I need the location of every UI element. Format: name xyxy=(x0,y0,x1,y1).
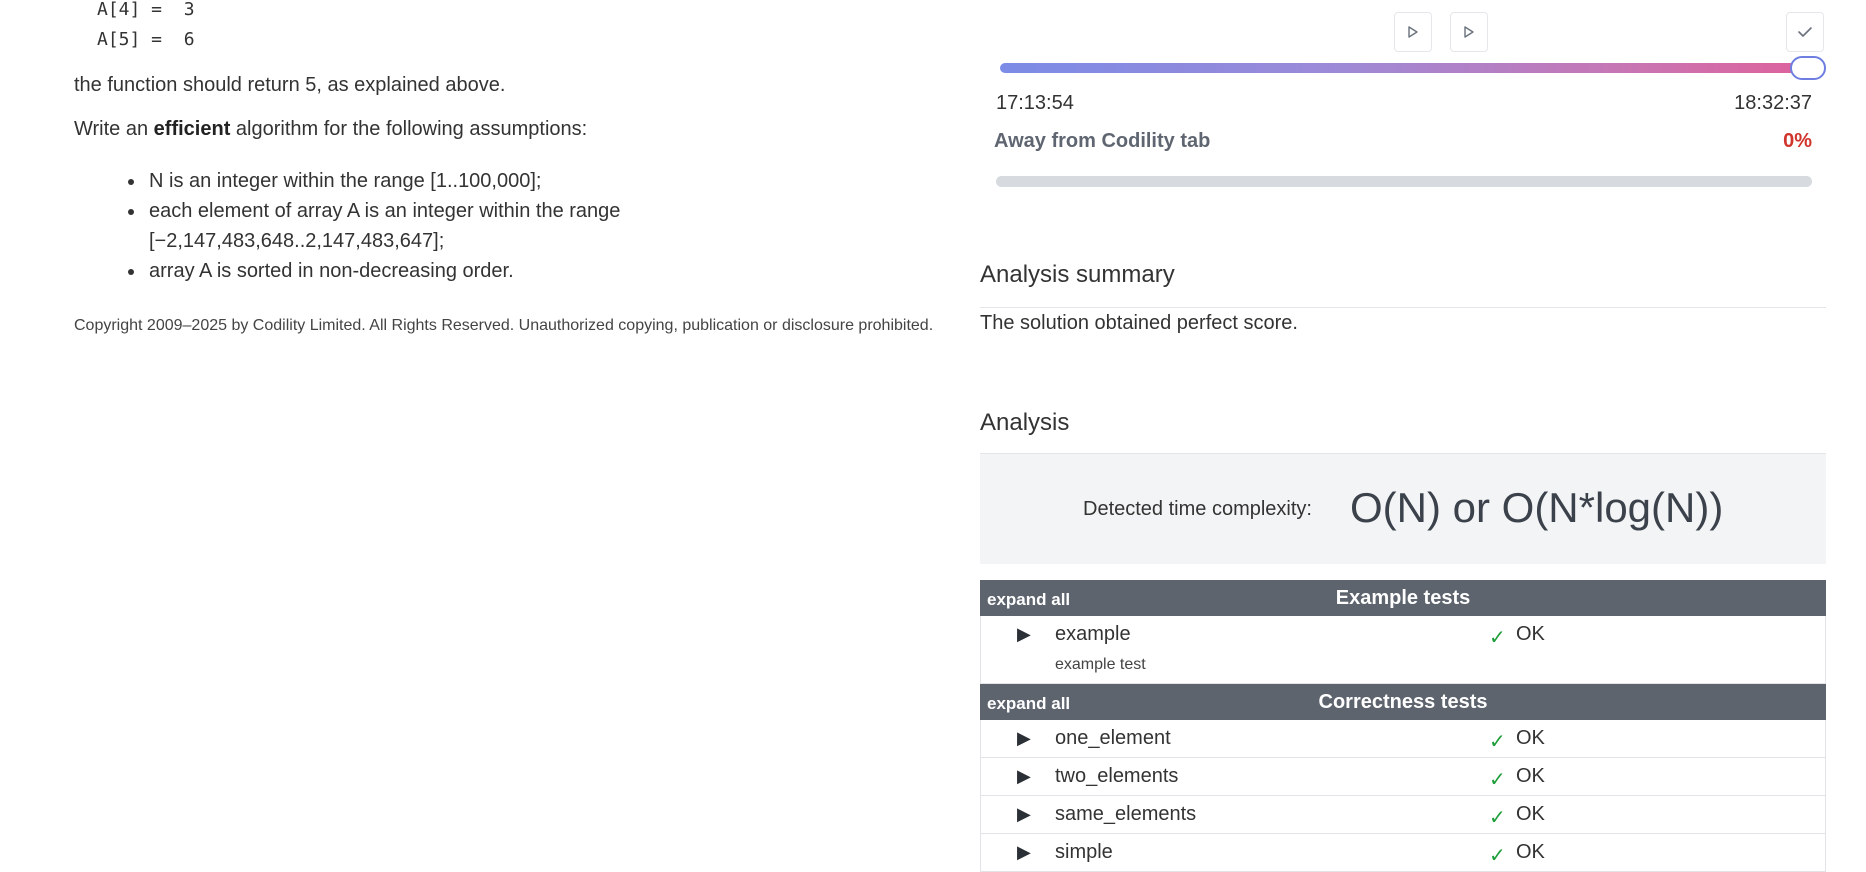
group-header: expand all Example tests xyxy=(980,580,1826,616)
example-tests-group: expand all Example tests ▶ example examp… xyxy=(980,580,1826,684)
test-name: same_elements xyxy=(1055,803,1197,825)
test-status: OK xyxy=(1516,623,1545,645)
copyright-notice: Copyright 2009–2025 by Codility Limited.… xyxy=(74,317,934,334)
check-icon: ✓ xyxy=(1489,731,1506,753)
check-icon: ✓ xyxy=(1489,845,1506,867)
check-icon xyxy=(1798,27,1812,37)
group-header: expand all Correctness tests xyxy=(980,684,1826,720)
test-status: OK xyxy=(1516,841,1545,863)
assumption-item: array A is sorted in non-decreasing orde… xyxy=(128,256,688,286)
analysis-summary-text: The solution obtained perfect score. xyxy=(980,312,1298,334)
play-icon xyxy=(1408,26,1418,38)
return-text: the function should return 5, as explain… xyxy=(74,74,506,96)
test-name: two_elements xyxy=(1055,765,1179,787)
group-title: Correctness tests xyxy=(1318,691,1488,713)
code-line: A[5] = 6 xyxy=(97,29,195,50)
check-icon: ✓ xyxy=(1489,769,1506,791)
away-from-tab-percent: 0% xyxy=(1783,130,1812,152)
test-description: example test xyxy=(1055,656,1146,673)
problem-statement: A[4] = 3 A[5] = 6 the function should re… xyxy=(0,0,960,865)
assumptions-intro: Write an efficient algorithm for the fol… xyxy=(74,118,587,141)
step-play-button[interactable] xyxy=(1450,12,1488,52)
complexity-value: O(N) or O(N*log(N)) xyxy=(1350,484,1724,531)
analysis-title: Analysis xyxy=(980,409,1070,436)
group-title: Example tests xyxy=(1335,587,1471,609)
test-name: simple xyxy=(1055,841,1113,863)
expand-arrow-icon[interactable]: ▶ xyxy=(1017,728,1031,749)
timeline-slider-handle[interactable] xyxy=(1790,56,1826,80)
divider xyxy=(980,307,1826,308)
expand-arrow-icon[interactable]: ▶ xyxy=(1017,766,1031,787)
timeline-slider-track[interactable] xyxy=(1000,63,1825,73)
assumption-item: N is an integer within the range [1..100… xyxy=(128,166,688,196)
test-status: OK xyxy=(1516,803,1545,825)
check-icon: ✓ xyxy=(1489,627,1506,649)
play-button[interactable] xyxy=(1394,12,1432,52)
confirm-button[interactable] xyxy=(1786,12,1824,52)
correctness-tests-group: expand all Correctness tests ▶ one_eleme… xyxy=(980,684,1826,872)
code-line: A[4] = 3 xyxy=(97,0,195,20)
assumptions-intro-post: algorithm for the following assumptions: xyxy=(230,118,588,140)
test-row[interactable]: ▶ simple ✓ OK xyxy=(980,834,1826,872)
assumption-item: each element of array A is an integer wi… xyxy=(128,196,688,256)
away-from-tab-bar xyxy=(996,176,1812,187)
play-icon xyxy=(1464,26,1474,38)
expand-arrow-icon[interactable]: ▶ xyxy=(1017,842,1031,863)
expand-arrow-icon[interactable]: ▶ xyxy=(1017,804,1031,825)
away-from-tab-label: Away from Codility tab xyxy=(994,130,1211,152)
test-status: OK xyxy=(1516,727,1545,749)
complexity-label: Detected time complexity: xyxy=(1083,498,1312,520)
assumptions-list: N is an integer within the range [1..100… xyxy=(128,166,688,286)
assumptions-intro-pre: Write an xyxy=(74,118,154,140)
test-row[interactable]: ▶ one_element ✓ OK xyxy=(980,720,1826,758)
analysis-summary-title: Analysis summary xyxy=(980,261,1175,288)
test-name: one_element xyxy=(1055,727,1171,749)
test-row[interactable]: ▶ example example test ✓ OK xyxy=(980,616,1826,684)
check-icon: ✓ xyxy=(1489,807,1506,829)
test-status: OK xyxy=(1516,765,1545,787)
end-time: 18:32:37 xyxy=(1734,92,1812,114)
start-time: 17:13:54 xyxy=(996,92,1074,114)
test-name: example xyxy=(1055,623,1131,645)
expand-arrow-icon[interactable]: ▶ xyxy=(1017,624,1031,645)
test-row[interactable]: ▶ same_elements ✓ OK xyxy=(980,796,1826,834)
test-row[interactable]: ▶ two_elements ✓ OK xyxy=(980,758,1826,796)
assumptions-intro-bold: efficient xyxy=(153,118,231,140)
